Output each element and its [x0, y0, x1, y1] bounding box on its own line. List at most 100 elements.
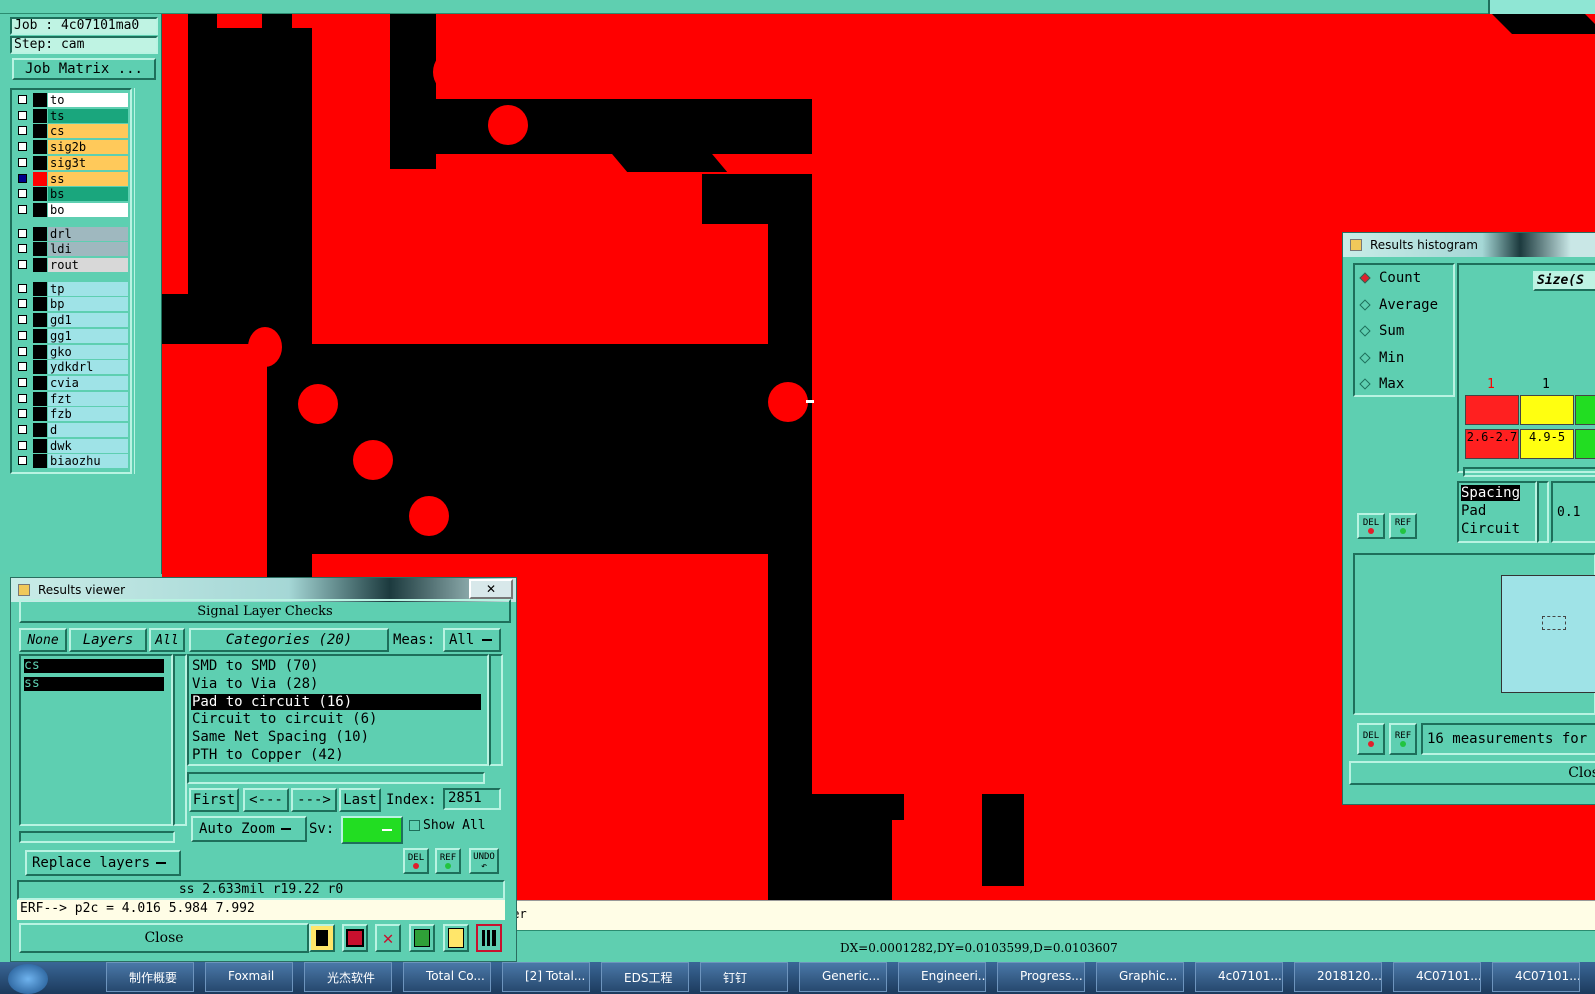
category-item[interactable]: PTH to Copper (42)	[191, 747, 481, 763]
close-button[interactable]: Close	[19, 923, 309, 953]
layer-checkbox[interactable]	[18, 126, 27, 136]
last-button[interactable]: Last	[339, 788, 381, 812]
layer-name[interactable]: bp	[48, 297, 128, 312]
layer-checkbox[interactable]	[18, 456, 27, 466]
layer-name[interactable]: fzt	[48, 391, 128, 406]
layer-checkbox[interactable]	[18, 315, 27, 325]
layer-checkbox[interactable]	[18, 142, 27, 152]
layer-name[interactable]: sig3t	[48, 155, 128, 170]
layers-button[interactable]: Layers	[69, 628, 147, 652]
first-button[interactable]: First	[189, 788, 239, 812]
category-item[interactable]: Same Net Spacing (10)	[191, 729, 481, 745]
taskbar-item[interactable]: 制作概要	[106, 962, 194, 992]
index-input[interactable]: 2851	[443, 788, 501, 810]
mode-option-count[interactable]: Count	[1357, 269, 1453, 289]
layer-checkbox[interactable]	[18, 409, 27, 419]
layer-checkbox[interactable]	[18, 425, 27, 434]
taskbar-item[interactable]: Graphic...	[1096, 962, 1184, 992]
layer-name[interactable]: bs	[48, 187, 128, 202]
layer-name[interactable]: gd1	[48, 313, 128, 328]
histogram-del-button-2[interactable]: DEL	[1357, 723, 1385, 755]
layer-checkbox[interactable]	[18, 204, 27, 214]
taskbar-item[interactable]: 2018120...	[1294, 962, 1382, 992]
taskbar-item[interactable]: 4c07101...	[1195, 962, 1283, 992]
layer-checkbox[interactable]	[18, 244, 27, 254]
layer-name[interactable]: ts	[48, 108, 128, 123]
category-list-vscroll[interactable]	[489, 654, 503, 766]
sv-color-dropdown[interactable]	[341, 816, 403, 844]
category-item[interactable]: Via to Via (28)	[191, 676, 481, 692]
layer-name[interactable]: sig2b	[48, 140, 128, 155]
layer-row-gg1[interactable]: gg1	[15, 328, 129, 343]
layer-row-ss[interactable]: ss	[15, 171, 129, 186]
layer-name[interactable]: gg1	[48, 328, 128, 343]
layer-row-cvia[interactable]: cvia	[15, 375, 129, 390]
layer-checkbox[interactable]	[18, 330, 27, 340]
left-panel-scrollbar[interactable]	[134, 88, 158, 474]
del-button[interactable]: DEL	[403, 848, 429, 874]
layer-row-bo[interactable]: bo	[15, 202, 129, 217]
taskbar-item[interactable]: EDS工程	[601, 962, 689, 992]
job-matrix-button[interactable]: Job Matrix ...	[12, 58, 156, 80]
layer-row-rout[interactable]: rout	[15, 258, 129, 272]
mode-option-max[interactable]: Max	[1357, 375, 1453, 395]
criteria-item[interactable]: Circuit	[1461, 521, 1520, 537]
layer-checkbox[interactable]	[18, 157, 27, 167]
layer-checkbox[interactable]	[18, 110, 27, 120]
layer-result-list[interactable]: cs ss	[19, 654, 173, 826]
histogram-close-button[interactable]: Clos	[1349, 761, 1595, 785]
taskbar-item[interactable]: Generic...	[799, 962, 887, 992]
layer-name[interactable]: to	[48, 93, 128, 107]
layer-name[interactable]: bo	[48, 202, 128, 217]
layer-checkbox[interactable]	[18, 228, 27, 238]
layer-checkbox[interactable]	[18, 189, 27, 199]
layer-row-ldi[interactable]: ldi	[15, 242, 129, 257]
layer-checkbox[interactable]	[18, 440, 27, 450]
taskbar-item[interactable]: 光杰软件	[304, 962, 392, 992]
layer-list-hscroll[interactable]	[19, 831, 175, 843]
start-orb-icon[interactable]	[8, 964, 48, 994]
next-button[interactable]: --->	[291, 788, 337, 812]
layer-name[interactable]: cvia	[48, 375, 128, 390]
layer-row-bp[interactable]: bp	[15, 297, 129, 312]
layer-name[interactable]: ss	[48, 171, 128, 186]
mode-option-sum[interactable]: Sum	[1357, 322, 1453, 342]
layer-name[interactable]: fzb	[48, 407, 128, 422]
layer-name[interactable]: cs	[48, 124, 128, 139]
taskbar-item[interactable]: [2] Total...	[502, 962, 590, 992]
criteria-vscroll[interactable]	[1537, 481, 1549, 543]
spin-box[interactable]: 0.1	[1551, 481, 1595, 543]
mode-option-average[interactable]: Average	[1357, 296, 1453, 316]
category-item[interactable]: SMD to SMD (70)	[191, 658, 481, 674]
layer-row-gd1[interactable]: gd1	[15, 313, 129, 328]
bin-bar[interactable]	[1520, 395, 1574, 425]
category-list-hscroll[interactable]	[187, 772, 485, 784]
layer-name[interactable]: biaozhu	[48, 454, 128, 469]
toolbar-icon-3[interactable]: ✕	[375, 924, 401, 952]
layer-name[interactable]: tp	[48, 281, 128, 296]
taskbar-item[interactable]: Progress...	[997, 962, 1085, 992]
toolbar-icon-2[interactable]	[342, 924, 368, 952]
category-item[interactable]: Circuit to circuit (6)	[191, 711, 481, 727]
layer-row-tp[interactable]: tp	[15, 281, 129, 296]
criteria-item[interactable]: Spacing	[1461, 485, 1521, 501]
mode-option-min[interactable]: Min	[1357, 349, 1453, 369]
close-icon[interactable]: ✕	[469, 579, 513, 599]
layer-checkbox[interactable]	[18, 362, 27, 372]
layer-name[interactable]: dwk	[48, 438, 128, 453]
taskbar-item[interactable]: Engineeri...	[898, 962, 986, 992]
histogram-del-button[interactable]: DEL	[1357, 513, 1385, 539]
layer-row-cs[interactable]: cs	[15, 124, 129, 139]
layer-name[interactable]: drl	[48, 226, 128, 241]
layer-row-sig2b[interactable]: sig2b	[15, 140, 129, 155]
layer-row-to[interactable]: to	[15, 93, 129, 107]
layer-row-bs[interactable]: bs	[15, 187, 129, 202]
taskbar-item[interactable]: 4C07101...	[1393, 962, 1481, 992]
histogram-hscroll[interactable]	[1463, 467, 1595, 477]
histogram-icon[interactable]	[476, 924, 502, 952]
toolbar-icon-4[interactable]	[409, 924, 435, 952]
layer-row-fzt[interactable]: fzt	[15, 391, 129, 406]
prev-button[interactable]: <---	[243, 788, 289, 812]
bin-range[interactable]: 4.9-5	[1520, 429, 1574, 459]
none-button[interactable]: None	[19, 628, 67, 652]
